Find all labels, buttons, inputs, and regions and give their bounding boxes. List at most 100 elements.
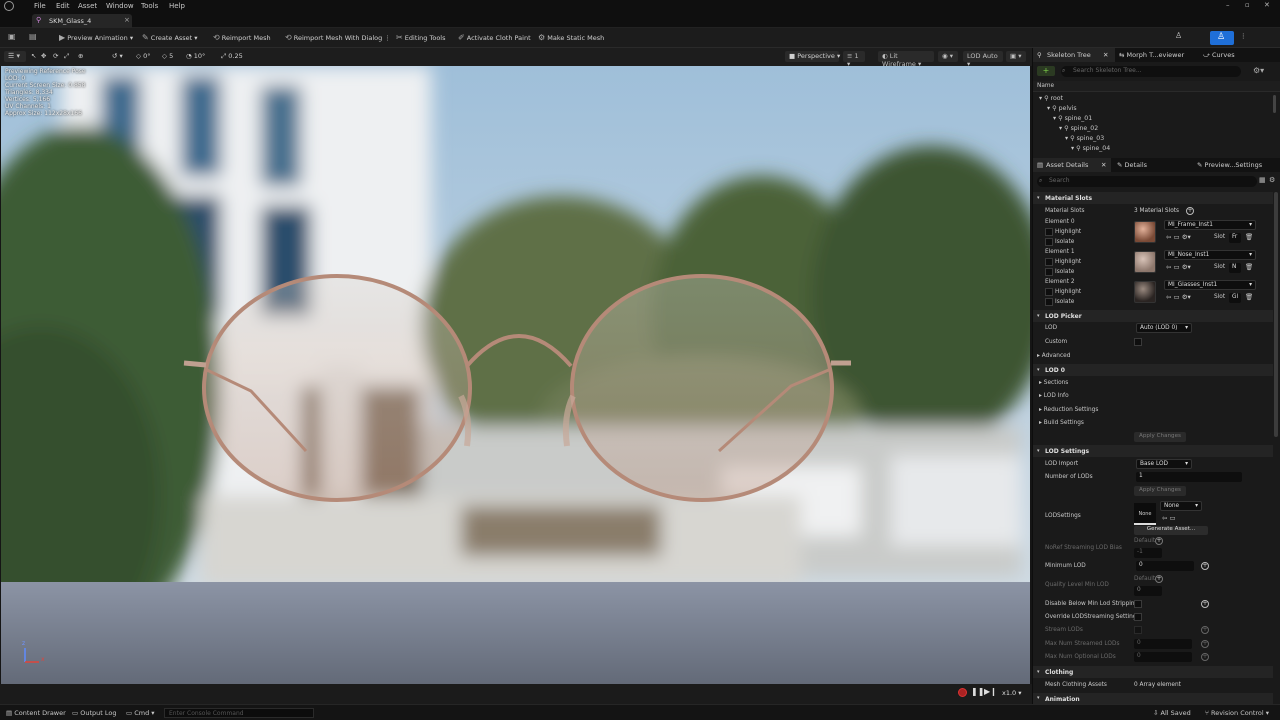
skeleton-mode-icon[interactable]: ♙ — [1175, 31, 1182, 40]
disable-below-min-lod-checkbox[interactable] — [1134, 600, 1142, 608]
tab-morph-viewer[interactable]: ⇆ Morph T...eviewer — [1119, 51, 1184, 59]
clothing-section[interactable]: Clothing — [1033, 666, 1273, 678]
tree-scrollbar[interactable] — [1273, 95, 1276, 113]
add-override-icon[interactable]: + — [1201, 626, 1209, 634]
slot-name-field[interactable]: Gl — [1229, 293, 1241, 303]
slot-name-field[interactable]: N — [1229, 263, 1241, 273]
highlight-checkbox[interactable] — [1045, 288, 1053, 296]
show-flags-dropdown[interactable]: ◉ ▾ — [938, 51, 958, 62]
perspective-dropdown[interactable]: ■ Perspective ▾ — [785, 51, 840, 62]
apply-changes-button[interactable]: Apply Changes — [1134, 432, 1186, 442]
minimum-lod-field[interactable]: 0 — [1136, 561, 1194, 571]
reduction-settings-row[interactable]: ▸ Reduction Settings — [1039, 407, 1098, 413]
lod-import-dropdown[interactable]: Base LOD ▾ — [1136, 459, 1192, 469]
grid-view-icon[interactable]: ▦ — [1259, 176, 1266, 184]
maximize-icon[interactable]: ▫ — [1245, 1, 1250, 9]
menu-asset[interactable]: Asset — [78, 2, 97, 10]
use-selected-icon[interactable]: ⇦ ▭ ⚙▾ — [1166, 263, 1191, 271]
isolate-checkbox[interactable] — [1045, 238, 1053, 246]
console-input[interactable]: Enter Console Command — [164, 708, 314, 718]
cmd-dropdown[interactable]: ▭ Cmd ▾ — [126, 709, 155, 717]
view-options-button[interactable]: ☰ ▾ — [4, 51, 26, 62]
reimport-with-dialog-button[interactable]: ⟲ Reimport Mesh With Dialog ⋮ — [285, 33, 391, 42]
lod-info-row[interactable]: ▸ LOD Info — [1039, 393, 1069, 399]
angle-snap-button[interactable]: ◔ 10° — [186, 52, 205, 60]
add-override-icon[interactable]: + — [1155, 537, 1163, 545]
tab-close-icon[interactable]: ✕ — [1101, 161, 1106, 169]
tab-curves[interactable]: ⤻ Curves — [1203, 51, 1235, 60]
custom-checkbox[interactable] — [1134, 338, 1142, 346]
add-override-icon[interactable]: + — [1201, 562, 1209, 570]
details-scrollbar[interactable] — [1274, 192, 1278, 437]
rotation-snap-button[interactable]: ◇ 0° — [136, 52, 150, 60]
bone-spine-03[interactable]: ▾ ⚲ spine_03 — [1065, 135, 1104, 142]
create-asset-button[interactable]: ✎ Create Asset ▾ — [142, 33, 198, 42]
save-icon[interactable]: ▣ — [8, 32, 16, 41]
highlight-checkbox[interactable] — [1045, 258, 1053, 266]
sections-row[interactable]: ▸ Sections — [1039, 380, 1068, 386]
add-override-icon[interactable]: + — [1201, 640, 1209, 648]
material-thumbnail[interactable] — [1134, 281, 1156, 303]
scale-snap-button[interactable]: ⤢ 0.25 — [221, 52, 243, 61]
surface-snap-icon[interactable]: ↺ ▾ — [112, 52, 123, 60]
viewport-scene[interactable] — [1, 66, 1030, 684]
minimize-icon[interactable]: – — [1226, 1, 1230, 9]
editing-tools-button[interactable]: ✂ Editing Tools — [396, 33, 446, 42]
browse-asset-icon[interactable]: ⇦ ▭ — [1162, 514, 1176, 522]
lod-dropdown[interactable]: LOD Auto ▾ — [963, 51, 1003, 68]
view-mode-dropdown[interactable]: ◐ Lit Wireframe ▾ — [878, 51, 934, 68]
local-space-icon[interactable]: ⊕ — [78, 52, 83, 60]
tab-preview-settings[interactable]: ✎ Preview...Settings — [1197, 161, 1262, 169]
add-override-icon[interactable]: + — [1155, 575, 1163, 583]
material-thumbnail[interactable] — [1134, 251, 1156, 273]
menu-file[interactable]: File — [34, 2, 46, 10]
material-thumbnail[interactable] — [1134, 221, 1156, 243]
add-override-icon[interactable]: + — [1201, 600, 1209, 608]
content-drawer-button[interactable]: ▤ Content Drawer — [6, 709, 66, 717]
slot-name-field[interactable]: Fr — [1229, 233, 1241, 243]
tab-close-icon[interactable]: ✕ — [1103, 51, 1108, 59]
make-static-mesh-button[interactable]: ⚙ Make Static Mesh — [538, 33, 604, 42]
playback-speed[interactable]: x1.0 ▾ — [1002, 689, 1022, 697]
record-icon[interactable] — [958, 688, 967, 697]
tab-asset-details[interactable]: ▤ Asset Details ✕ — [1033, 158, 1111, 172]
delete-icon[interactable]: 🗑 — [1245, 293, 1253, 301]
max-streamed-lods-field[interactable]: 0 — [1134, 639, 1192, 649]
lod-picker-section[interactable]: LOD Picker — [1033, 310, 1273, 322]
animation-section[interactable]: Animation — [1033, 693, 1273, 704]
pause-icon[interactable]: ❚❚ — [971, 687, 984, 696]
add-bone-button[interactable]: + — [1037, 66, 1055, 76]
apply-changes-button[interactable]: Apply Changes — [1134, 486, 1186, 496]
more-modes-icon[interactable]: ⋮ — [1240, 32, 1247, 40]
select-tool-icon[interactable]: ↖ — [31, 52, 36, 60]
build-settings-row[interactable]: ▸ Build Settings — [1039, 420, 1084, 426]
lodsettings-thumbnail[interactable]: None — [1134, 503, 1156, 525]
details-search-input[interactable]: Search — [1037, 176, 1257, 187]
advanced-row[interactable]: ▸ Advanced — [1037, 353, 1070, 359]
lod-settings-section[interactable]: LOD Settings — [1033, 445, 1273, 457]
stream-lods-checkbox[interactable] — [1134, 626, 1142, 634]
lod-picker-dropdown[interactable]: Auto (LOD 0) ▾ — [1136, 323, 1192, 333]
menu-window[interactable]: Window — [106, 2, 134, 10]
tab-details[interactable]: ✎ Details — [1117, 161, 1147, 169]
delete-icon[interactable]: 🗑 — [1245, 263, 1253, 271]
preview-animation-button[interactable]: ▶ Preview Animation ▾ — [59, 33, 133, 42]
highlight-checkbox[interactable] — [1045, 228, 1053, 236]
settings-gear-icon[interactable]: ⚙▾ — [1253, 66, 1264, 75]
noref-streaming-field[interactable]: -1 — [1134, 548, 1162, 558]
reimport-mesh-button[interactable]: ⟲ Reimport Mesh — [213, 33, 271, 42]
settings-gear-icon[interactable]: ⚙ — [1269, 176, 1275, 184]
use-selected-icon[interactable]: ⇦ ▭ ⚙▾ — [1166, 233, 1191, 241]
scale-steps-button[interactable]: ◇ 5 — [162, 52, 173, 60]
scale-tool-icon[interactable]: ⤢ — [64, 52, 69, 61]
browse-icon[interactable]: ▤ — [29, 32, 37, 41]
bone-spine-01[interactable]: ▾ ⚲ spine_01 — [1053, 115, 1092, 122]
step-forward-icon[interactable]: ▶❙ — [984, 687, 997, 696]
tab-skeleton-tree[interactable]: ⚲ Skeleton Tree ✕ — [1033, 48, 1115, 62]
number-of-lods-field[interactable]: 1 — [1136, 472, 1242, 482]
bone-pelvis[interactable]: ▾ ⚲ pelvis — [1047, 105, 1077, 112]
lodsettings-dropdown[interactable]: None ▾ — [1160, 501, 1202, 511]
skeleton-search-input[interactable]: Search Skeleton Tree... — [1061, 66, 1241, 77]
close-window-icon[interactable]: ✕ — [1264, 1, 1270, 9]
bone-spine-04[interactable]: ▾ ⚲ spine_04 — [1071, 145, 1110, 152]
